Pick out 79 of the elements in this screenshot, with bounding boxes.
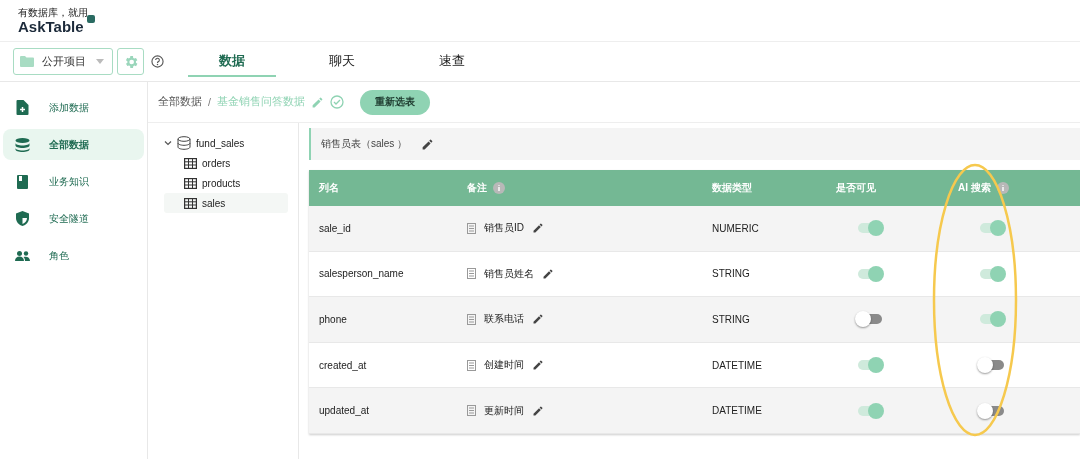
data-type: STRING xyxy=(712,268,750,280)
ai-search-toggle[interactable] xyxy=(980,405,1004,416)
nav-tab[interactable]: 速查 xyxy=(408,46,496,77)
note-icon xyxy=(467,222,476,234)
settings-button[interactable] xyxy=(117,48,144,75)
help-icon[interactable] xyxy=(151,55,164,68)
data-type: DATETIME xyxy=(712,359,762,371)
column-note: 销售员ID xyxy=(484,221,524,236)
database-icon xyxy=(15,137,30,152)
data-type: DATETIME xyxy=(712,405,762,417)
sidebar-item[interactable]: 全部数据 xyxy=(3,129,144,160)
column-name: sale_id xyxy=(319,222,351,234)
column-label: 备注 xyxy=(467,181,487,195)
column-note: 销售员姓名 xyxy=(484,266,534,281)
visibility-toggle[interactable] xyxy=(858,360,882,371)
edit-icon[interactable] xyxy=(532,313,544,326)
edit-icon[interactable] xyxy=(532,222,544,235)
tree-item[interactable]: sales xyxy=(164,193,288,213)
info-icon[interactable] xyxy=(996,182,1009,194)
data-type: STRING xyxy=(712,314,750,325)
database-icon xyxy=(177,136,191,150)
tree-item[interactable]: products xyxy=(164,173,288,193)
breadcrumb-separator: / xyxy=(208,96,211,108)
cube-icon xyxy=(86,13,96,24)
nav-tab[interactable]: 聊天 xyxy=(298,46,386,77)
sidebar-item[interactable]: 添加数据 xyxy=(3,92,144,123)
folder-icon xyxy=(20,56,34,67)
column-note: 联系电话 xyxy=(484,312,524,327)
info-icon[interactable] xyxy=(493,182,505,194)
note-icon xyxy=(467,314,476,325)
table-icon xyxy=(184,157,197,169)
visibility-toggle[interactable] xyxy=(858,314,882,325)
reselect-button[interactable]: 重新选表 xyxy=(359,89,430,115)
edit-icon[interactable] xyxy=(532,404,544,417)
people-icon xyxy=(15,250,30,261)
project-select[interactable]: 公开项目 xyxy=(13,48,113,75)
table-icon xyxy=(184,177,197,189)
column-note: 更新时间 xyxy=(484,403,524,418)
column-name: created_at xyxy=(319,359,367,371)
tree-item[interactable]: orders xyxy=(164,153,288,173)
edit-icon[interactable] xyxy=(532,359,544,372)
column-label: 是否可见 xyxy=(836,181,876,195)
sidebar-item[interactable]: 业务知识 xyxy=(3,166,144,197)
book-icon xyxy=(15,174,30,189)
shield-icon xyxy=(15,211,30,226)
caret-icon xyxy=(96,59,104,64)
tree-node[interactable]: fund_sales xyxy=(164,133,288,153)
logo-name: AskTable xyxy=(18,18,85,34)
note-icon xyxy=(467,405,476,417)
table-title: 销售员表（sales ） xyxy=(321,137,408,151)
chevron-icon[interactable] xyxy=(164,139,172,147)
note-icon xyxy=(467,268,476,280)
logo-tagline: 有数据库，就用 xyxy=(18,7,88,18)
data-type: NUMERIC xyxy=(712,222,759,234)
table-icon xyxy=(184,197,197,209)
visibility-toggle[interactable] xyxy=(858,405,882,416)
breadcrumb-current: 基金销售问答数据 xyxy=(216,95,305,109)
column-name: updated_at xyxy=(319,405,370,417)
visibility-toggle[interactable] xyxy=(858,268,882,279)
ai-search-toggle[interactable] xyxy=(980,223,1004,234)
ai-search-toggle[interactable] xyxy=(980,314,1004,325)
column-label: 数据类型 xyxy=(712,181,752,195)
nav-tab[interactable]: 数据 xyxy=(188,46,276,77)
note-icon xyxy=(467,359,476,371)
visibility-toggle[interactable] xyxy=(858,223,882,234)
ai-search-toggle[interactable] xyxy=(980,268,1004,279)
check-circle-icon[interactable] xyxy=(329,95,344,109)
sidebar-item[interactable]: 角色 xyxy=(3,240,144,271)
column-name: salesperson_name xyxy=(319,268,404,280)
column-label: 列名 xyxy=(319,181,339,195)
column-note: 创建时间 xyxy=(484,358,524,373)
edit-icon[interactable] xyxy=(421,137,435,151)
column-name: phone xyxy=(319,314,347,325)
file-add-icon xyxy=(15,100,30,115)
column-label: AI 搜索 xyxy=(958,181,991,195)
breadcrumb-link[interactable]: 全部数据 xyxy=(158,95,202,109)
edit-icon[interactable] xyxy=(542,267,554,280)
sidebar-item[interactable]: 安全隧道 xyxy=(3,203,144,234)
ai-search-toggle[interactable] xyxy=(980,360,1004,371)
